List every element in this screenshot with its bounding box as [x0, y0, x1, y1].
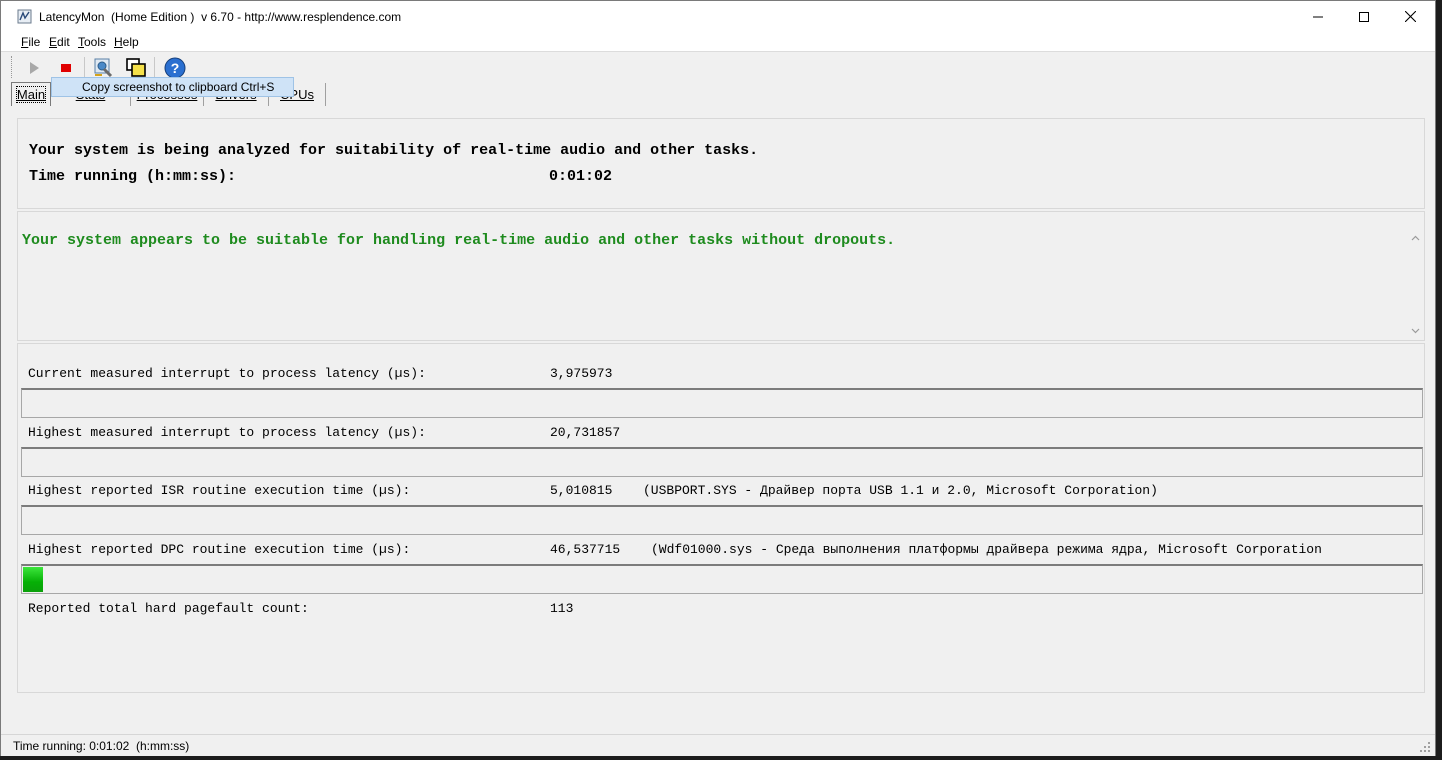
menu-tools[interactable]: Tools — [78, 35, 106, 49]
menu-tools-label: ools — [84, 35, 107, 49]
metrics-panel: Current measured interrupt to process la… — [17, 343, 1425, 693]
dpc-time-value: 46,537715 — [550, 542, 621, 557]
tab-main[interactable]: Main — [11, 82, 51, 106]
dpc-time-bar — [21, 564, 1423, 594]
dpc-time-bar-fill — [23, 567, 43, 592]
time-running-label: Time running (h:mm:ss): — [29, 168, 237, 185]
analysis-status-text: Your system is being analyzed for suitab… — [29, 142, 759, 159]
window-title: LatencyMon (Home Edition ) v 6.70 - http… — [39, 10, 402, 24]
app-icon — [17, 9, 32, 24]
menu-help[interactable]: Help — [114, 35, 139, 49]
maximize-icon — [1359, 11, 1369, 22]
isr-time-label: Highest reported ISR routine execution t… — [28, 483, 411, 498]
highest-latency-value: 20,731857 — [550, 425, 621, 440]
menu-file-label: ile — [28, 35, 41, 49]
tab-main-label: Main — [15, 86, 47, 103]
status-bar: Time running: 0:01:02 (h:mm:ss) — [1, 734, 1435, 756]
menu-bar: File Edit Tools Help — [1, 32, 1435, 52]
menu-help-accel: H — [114, 35, 123, 49]
dpc-time-label: Highest reported DPC routine execution t… — [28, 542, 411, 557]
scroll-down-icon[interactable] — [1411, 326, 1420, 335]
verdict-panel: Your system appears to be suitable for h… — [17, 211, 1425, 341]
minimize-button[interactable] — [1295, 1, 1341, 32]
menu-edit[interactable]: Edit — [49, 35, 70, 49]
start-button[interactable] — [22, 56, 46, 80]
pagefault-label: Reported total hard pagefault count: — [28, 601, 309, 616]
status-bar-time: Time running: 0:01:02 (h:mm:ss) — [13, 739, 190, 753]
isr-driver-info: (USBPORT.SYS - Драйвер порта USB 1.1 и 2… — [643, 483, 1158, 498]
title-bar[interactable]: LatencyMon (Home Edition ) v 6.70 - http… — [1, 1, 1435, 32]
verdict-text: Your system appears to be suitable for h… — [22, 232, 896, 249]
scroll-up-icon[interactable] — [1411, 234, 1420, 243]
time-running-value: 0:01:02 — [549, 168, 613, 185]
toolbar-separator — [84, 57, 85, 77]
gear-wrench-icon — [94, 58, 113, 78]
toolbar-separator-2 — [154, 57, 155, 77]
latencymon-window: LatencyMon (Home Edition ) v 6.70 - http… — [0, 0, 1436, 756]
highest-latency-label: Highest measured interrupt to process la… — [28, 425, 426, 440]
minimize-icon — [1313, 16, 1323, 17]
current-latency-label: Current measured interrupt to process la… — [28, 366, 426, 381]
toolbar-grip[interactable] — [11, 56, 14, 78]
menu-file[interactable]: File — [21, 35, 40, 49]
isr-time-bar — [21, 505, 1423, 535]
copy-screenshot-tooltip: Copy screenshot to clipboard Ctrl+S — [51, 77, 294, 97]
analysis-summary-panel: Your system is being analyzed for suitab… — [17, 118, 1425, 209]
menu-edit-label: dit — [57, 35, 70, 49]
play-icon — [30, 62, 39, 74]
highest-latency-bar — [21, 447, 1423, 477]
help-icon: ? — [164, 57, 186, 79]
close-icon — [1404, 11, 1416, 22]
svg-text:?: ? — [171, 60, 180, 76]
menu-help-label: elp — [122, 35, 139, 49]
menu-edit-accel: E — [49, 35, 58, 49]
pagefault-value: 113 — [550, 601, 574, 616]
maximize-button[interactable] — [1341, 1, 1387, 32]
verdict-scrollbar[interactable] — [1407, 229, 1424, 341]
close-button[interactable] — [1387, 1, 1433, 32]
resize-grip-icon[interactable] — [1419, 741, 1431, 753]
stop-icon — [61, 64, 71, 72]
copy-windows-icon — [126, 58, 146, 77]
current-latency-value: 3,975973 — [550, 366, 613, 381]
dpc-driver-info: (Wdf01000.sys - Среда выполнения платфор… — [651, 542, 1322, 557]
current-latency-bar — [21, 388, 1423, 418]
isr-time-value: 5,010815 — [550, 483, 613, 498]
